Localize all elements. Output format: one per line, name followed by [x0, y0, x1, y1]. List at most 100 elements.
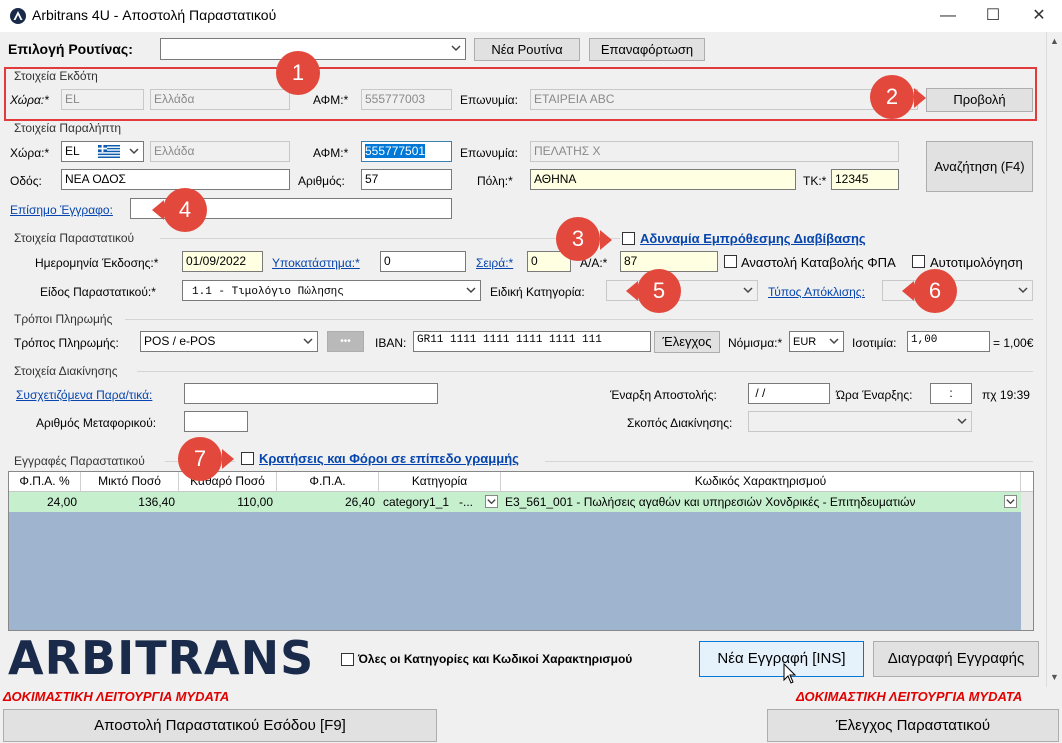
movement-legend: Στοιχεία Διακίνησης	[14, 364, 118, 378]
column-header[interactable]: Μικτό Ποσό	[81, 472, 179, 491]
issuer-country-name: Ελλάδα	[150, 89, 290, 110]
currency-value: EUR	[793, 336, 817, 348]
characterization-code-cell[interactable]: E3_561_001 - Πωλήσεις αγαθών και υπηρεσι…	[501, 492, 1001, 512]
branch-field[interactable]: 0	[380, 251, 466, 272]
minimize-button[interactable]: —	[925, 0, 971, 32]
delete-entry-button[interactable]: Διαγραφή Εγγραφής	[873, 641, 1039, 677]
column-header[interactable]: Φ.Π.Α.	[277, 472, 379, 491]
aa-field[interactable]: 87	[620, 251, 718, 272]
search-button[interactable]: Αναζήτηση (F4)	[926, 141, 1033, 192]
test-mode-label-left: ΔΟΚΙΜΑΣΤΙΚΗ ΛΕΙΤΟΥΡΓΙΑ MYDATA	[3, 689, 230, 704]
callout-tail	[152, 200, 164, 220]
recipient-name-label: Επωνυμία:	[460, 146, 518, 160]
app-icon	[10, 8, 26, 24]
column-header[interactable]: Κατηγορία	[379, 472, 501, 491]
movement-purpose-select[interactable]	[748, 411, 972, 432]
vat-pct-cell[interactable]: 24,00	[9, 492, 81, 512]
rate-label: Ισοτιμία:	[852, 336, 897, 350]
street-field[interactable]: ΝΕΑ ΟΔΟΣ	[61, 169, 290, 190]
issue-date-field[interactable]: 01/09/2022	[182, 251, 263, 272]
net-cell[interactable]: 110,00	[179, 492, 277, 512]
callout-badge: 3	[556, 217, 600, 261]
issuer-legend: Στοιχεία Εκδότη	[14, 69, 98, 83]
new-entry-button[interactable]: Νέα Εγγραφή [INS]	[699, 641, 864, 677]
future-issue-checkbox[interactable]	[622, 232, 635, 245]
payment-method-select[interactable]: POS / e-POS	[140, 331, 318, 352]
scroll-down-icon[interactable]: ▼	[1050, 672, 1059, 682]
line-taxes-link[interactable]: Κρατήσεις και Φόροι σε επίπεδο γραμμής	[259, 451, 519, 466]
column-header[interactable]: Κωδικός Χαρακτηρισμού	[501, 472, 1021, 491]
branch-link[interactable]: Υποκατάστημα:*	[272, 256, 360, 270]
callout-tail	[902, 281, 914, 301]
vertical-scrollbar[interactable]: ▲ ▼	[1046, 32, 1062, 687]
start-time-label: Ώρα Έναρξης:	[836, 388, 913, 402]
related-docs-link[interactable]: Συσχετιζόμενα Παρα/τικά:	[16, 388, 152, 402]
routine-label: Επιλογή Ρουτίνας:	[8, 41, 133, 57]
vat-suspension-checkbox[interactable]	[724, 255, 737, 268]
shipment-start-field[interactable]: / /	[748, 383, 830, 404]
future-issue-link[interactable]: Αδυναμία Εμπρόθεσμης Διαβίβασης	[640, 231, 866, 246]
shipment-start-label: Έναρξη Αποστολής:	[610, 388, 717, 402]
issuer-country-code: EL	[61, 89, 144, 110]
table-row[interactable]: 24,00 136,40 110,00 26,40 category1_1 -.…	[9, 492, 1021, 512]
maximize-button[interactable]: ☐	[970, 0, 1016, 32]
issuer-name-label: Επωνυμία:	[460, 93, 518, 107]
movement-purpose-label: Σκοπός Διακίνησης:	[627, 416, 733, 430]
vat-cell[interactable]: 26,40	[277, 492, 379, 512]
category-dropdown-icon[interactable]	[485, 495, 498, 508]
entries-divider-right	[545, 461, 1033, 462]
start-time-field[interactable]: :	[930, 383, 972, 404]
arbitrans-logo: ARBITRANS	[8, 631, 315, 685]
validate-document-button[interactable]: Έλεγχος Παραστατικού	[767, 709, 1059, 742]
city-field[interactable]: ΑΘΗΝΑ	[530, 169, 796, 190]
entries-grid[interactable]: Φ.Π.Α. % Μικτό Ποσό Καθαρό Ποσό Φ.Π.Α. Κ…	[8, 471, 1034, 631]
category-cell[interactable]: category1_1	[379, 492, 463, 512]
deviation-type-link[interactable]: Τύπος Απόκλισης:	[768, 285, 865, 299]
vehicle-number-field[interactable]	[184, 411, 248, 432]
chevron-down-icon	[829, 338, 839, 345]
payment-method-value: POS / e-POS	[144, 334, 216, 348]
zip-label: ΤΚ:*	[803, 174, 827, 188]
issuer-name-field: ΕΤΑΙΡΕΙΑ ABC	[530, 89, 918, 110]
number-field[interactable]: 57	[361, 169, 452, 190]
time-hint: πχ 19:39	[982, 388, 1030, 402]
greek-flag-icon	[98, 145, 120, 158]
send-document-button[interactable]: Αποστολή Παραστατικού Εσόδου [F9]	[3, 709, 437, 742]
payment-legend: Τρόποι Πληρωμής	[14, 312, 113, 326]
self-billing-checkbox[interactable]	[912, 255, 925, 268]
title-bar: Arbitrans 4U - Αποστολή Παραστατικού — ☐…	[0, 0, 1062, 32]
all-categories-checkbox[interactable]	[341, 653, 354, 666]
rate-field[interactable]: 1,00	[907, 331, 990, 352]
reload-button[interactable]: Επαναφόρτωση	[589, 38, 705, 61]
zip-field[interactable]: 12345	[831, 169, 899, 190]
currency-select[interactable]: EUR	[789, 331, 844, 352]
payment-more-button[interactable]: •••	[327, 331, 364, 352]
recipient-legend: Στοιχεία Παραλήπτη	[14, 121, 122, 135]
chevron-down-icon	[129, 148, 139, 155]
issuer-view-button[interactable]: Προβολή	[926, 88, 1033, 112]
gross-cell[interactable]: 136,40	[81, 492, 179, 512]
close-button[interactable]: ✕	[1016, 0, 1062, 32]
column-header[interactable]: Φ.Π.Α. %	[9, 472, 81, 491]
test-mode-label-right: ΔΟΚΙΜΑΣΤΙΚΗ ΛΕΙΤΟΥΡΓΙΑ MYDATA	[796, 689, 1023, 704]
scroll-up-icon[interactable]: ▲	[1050, 36, 1059, 46]
doc-type-select[interactable]: 1.1 - Τιμολόγιο Πώλησης	[182, 280, 481, 301]
series-link[interactable]: Σειρά:*	[476, 256, 513, 270]
recipient-name-field: ΠΕΛΑΤΗΣ Χ	[530, 141, 899, 162]
vehicle-number-label: Αριθμός Μεταφορικού:	[36, 416, 157, 430]
new-routine-button[interactable]: Νέα Ρουτίνα	[474, 38, 580, 61]
callout-tail	[914, 88, 926, 108]
recipient-vat-field[interactable]: 555777501	[361, 141, 452, 162]
recipient-country-code: EL	[65, 144, 80, 158]
iban-field[interactable]: GR11 1111 1111 1111 1111 111	[413, 331, 651, 352]
grid-scrollbar[interactable]	[1021, 492, 1033, 630]
code-dropdown-icon[interactable]	[1004, 495, 1017, 508]
chevron-down-icon	[451, 45, 461, 52]
official-doc-link[interactable]: Επίσημο Έγγραφο:	[10, 203, 113, 217]
iban-check-button[interactable]: Έλεγχος	[654, 331, 720, 353]
issuer-country-label: Χώρα:*	[10, 93, 49, 107]
related-docs-field[interactable]	[184, 383, 438, 404]
recipient-country-select[interactable]: EL	[61, 141, 144, 162]
grid-header: Φ.Π.Α. % Μικτό Ποσό Καθαρό Ποσό Φ.Π.Α. Κ…	[9, 472, 1033, 492]
line-taxes-checkbox[interactable]	[241, 452, 254, 465]
